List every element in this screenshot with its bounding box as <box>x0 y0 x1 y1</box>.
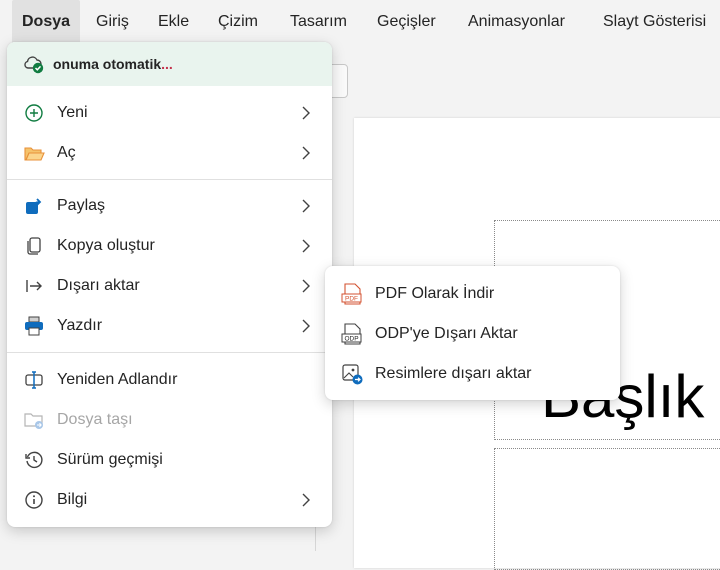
history-icon <box>23 449 45 471</box>
tab-ekle[interactable]: Ekle <box>158 0 189 44</box>
chevron-right-icon <box>302 239 310 253</box>
submenu-item-label: ODP'ye Dışarı Aktar <box>375 325 518 342</box>
menu-item-paylas[interactable]: Paylaş <box>7 186 332 226</box>
autosave-status: onuma otomatik... <box>7 42 332 86</box>
menu-item-kopya-olustur[interactable]: Kopya oluştur <box>7 226 332 266</box>
menu-item-label: Yeni <box>57 104 88 121</box>
tab-animasyonlar[interactable]: Animasyonlar <box>468 0 565 44</box>
submenu-item-odp[interactable]: ODP ODP'ye Dışarı Aktar <box>325 314 620 354</box>
cloud-check-icon <box>23 53 45 75</box>
menu-item-label: Yeniden Adlandır <box>57 371 178 388</box>
odp-file-icon: ODP <box>340 322 364 346</box>
menu-item-disari-aktar[interactable]: Dışarı aktar <box>7 266 332 306</box>
chevron-right-icon <box>302 106 310 120</box>
menu-item-yeni[interactable]: Yeni <box>7 93 332 133</box>
chevron-right-icon <box>302 319 310 333</box>
menu-item-dosya-tasi: Dosya taşı <box>7 400 332 440</box>
menu-item-label: Dışarı aktar <box>57 277 140 294</box>
subtitle-placeholder[interactable] <box>494 448 720 570</box>
menu-item-label: Dosya taşı <box>57 411 133 428</box>
info-icon <box>23 489 45 511</box>
menu-item-label: Paylaş <box>57 197 106 214</box>
ribbon-tabbar: Dosya Giriş Ekle Çizim Tasarım Geçişler … <box>0 0 720 44</box>
submenu-item-label: PDF Olarak İndir <box>375 285 495 302</box>
menu-item-label: Bilgi <box>57 491 88 508</box>
tab-dosya[interactable]: Dosya <box>12 0 81 44</box>
menu-divider <box>7 352 332 353</box>
chevron-right-icon <box>302 146 310 160</box>
submenu-item-images[interactable]: Resimlere dışarı aktar <box>325 354 620 394</box>
file-menu: onuma otomatik... Yeni Aç Paylaş Kopya o… <box>7 42 332 527</box>
copy-icon <box>23 235 45 257</box>
autosave-ellipsis: ... <box>161 56 173 72</box>
chevron-right-icon <box>302 199 310 213</box>
chevron-right-icon <box>302 493 310 507</box>
printer-icon <box>23 315 45 337</box>
submenu-item-label: Resimlere dışarı aktar <box>375 365 532 382</box>
export-arrow-icon <box>23 275 45 297</box>
menu-divider <box>7 179 332 180</box>
pdf-badge: PDF <box>345 296 358 303</box>
menu-item-label: Sürüm geçmişi <box>57 451 163 468</box>
autosave-text: onuma otomatik <box>53 56 162 72</box>
rename-icon <box>23 369 45 391</box>
share-icon <box>23 195 45 217</box>
menu-item-yeniden-adlandir[interactable]: Yeniden Adlandır <box>7 360 332 400</box>
tab-tasarim[interactable]: Tasarım <box>290 0 347 44</box>
tab-giris[interactable]: Giriş <box>96 0 129 44</box>
image-export-icon <box>340 362 364 386</box>
menu-item-label: Yazdır <box>57 317 103 334</box>
tab-gecisler[interactable]: Geçişler <box>377 0 436 44</box>
menu-item-label: Aç <box>57 144 76 161</box>
menu-item-bilgi[interactable]: Bilgi <box>7 480 332 520</box>
move-folder-icon <box>23 409 45 431</box>
chevron-right-icon <box>302 279 310 293</box>
pdf-file-icon: PDF <box>340 282 364 306</box>
tab-slayt-gosterisi[interactable]: Slayt Gösterisi <box>603 0 706 44</box>
menu-item-ac[interactable]: Aç <box>7 133 332 173</box>
add-circle-icon <box>23 102 45 124</box>
menu-item-surum-gecmisi[interactable]: Sürüm geçmişi <box>7 440 332 480</box>
folder-open-icon <box>23 142 45 164</box>
menu-item-label: Kopya oluştur <box>57 237 155 254</box>
submenu-item-pdf[interactable]: PDF PDF Olarak İndir <box>325 274 620 314</box>
menu-item-yazdir[interactable]: Yazdır <box>7 306 332 346</box>
odp-badge: ODP <box>344 336 358 343</box>
export-submenu: PDF PDF Olarak İndir ODP ODP'ye Dışarı A… <box>325 266 620 400</box>
tab-cizim[interactable]: Çizim <box>218 0 258 44</box>
